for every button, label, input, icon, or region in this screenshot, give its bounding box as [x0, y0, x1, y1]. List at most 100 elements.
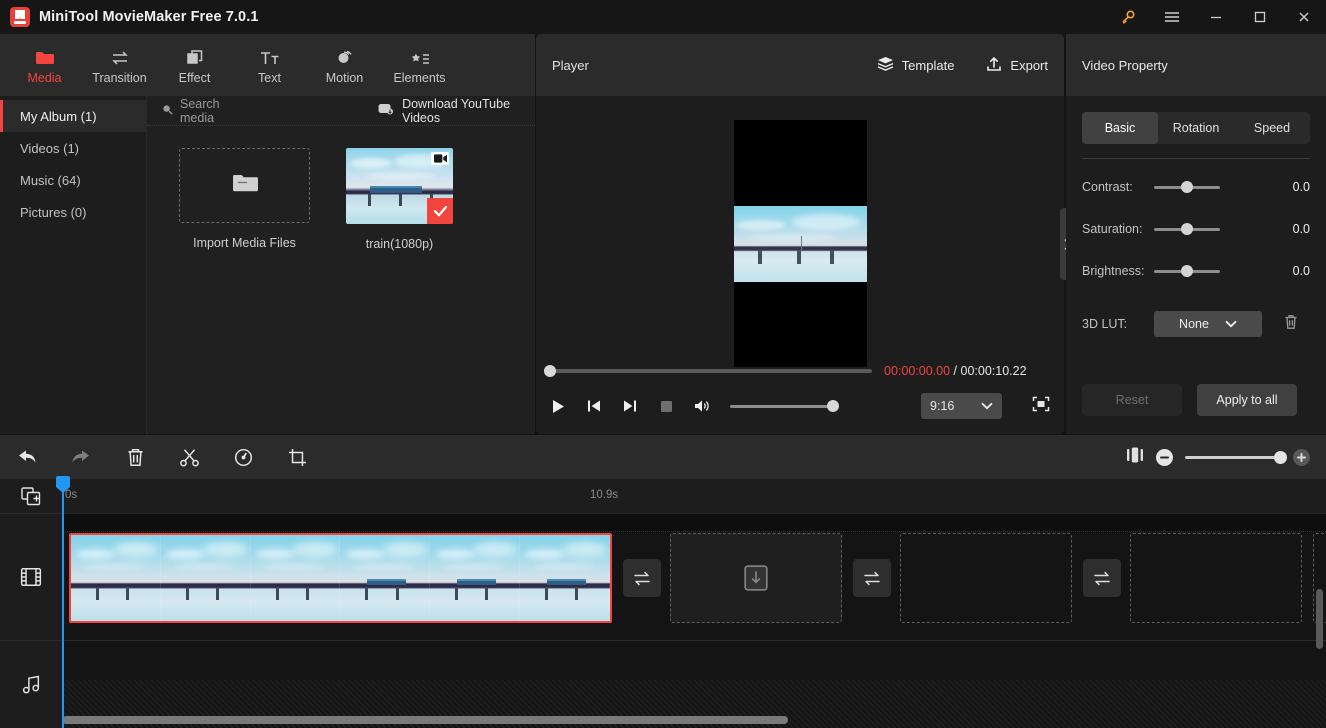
play-button[interactable] — [548, 396, 568, 416]
contrast-slider[interactable] — [1154, 181, 1220, 193]
lut-select[interactable]: None — [1154, 311, 1262, 337]
tab-text-label: Text — [258, 70, 281, 85]
previous-frame-button[interactable] — [584, 396, 604, 416]
tab-speed[interactable]: Speed — [1234, 112, 1310, 144]
fit-timeline-icon[interactable] — [1126, 447, 1144, 468]
download-youtube-button[interactable]: Download YouTube Videos — [378, 97, 535, 125]
contrast-handle[interactable] — [1181, 181, 1193, 193]
delete-button[interactable] — [108, 435, 162, 479]
video-track-header[interactable] — [0, 514, 62, 641]
volume-slider[interactable] — [730, 400, 839, 412]
saturation-handle[interactable] — [1181, 223, 1193, 235]
zoom-in-button[interactable] — [1293, 448, 1310, 466]
transition-slot-1[interactable] — [623, 559, 661, 597]
category-videos[interactable]: Videos (1) — [0, 132, 146, 164]
app-logo-icon — [10, 7, 30, 27]
timeline-vertical-scrollbar[interactable] — [1316, 589, 1323, 649]
tab-elements-label: Elements — [393, 70, 446, 85]
category-my-album[interactable]: My Album (1) — [0, 100, 146, 132]
minimize-icon[interactable] — [1194, 0, 1238, 34]
ruler-mark-0: 0s — [65, 489, 78, 501]
library-search-row: Search media Download YouTube Videos — [147, 96, 535, 126]
delete-lut-button[interactable] — [1284, 314, 1298, 335]
category-pictures[interactable]: Pictures (0) — [0, 196, 146, 228]
brightness-row: Brightness: 0.0 — [1082, 257, 1310, 285]
export-button[interactable]: Export — [986, 56, 1048, 75]
media-drop-slot-2[interactable] — [900, 533, 1072, 623]
activate-key-icon[interactable] — [1106, 0, 1150, 34]
fullscreen-button[interactable] — [1032, 396, 1052, 416]
library-content: Search media Download YouTube Videos Imp… — [147, 96, 535, 434]
media-drop-slot-3[interactable] — [1130, 533, 1302, 623]
timeline-horizontal-scrollbar[interactable] — [62, 716, 1312, 724]
apply-to-all-button[interactable]: Apply to all — [1197, 384, 1297, 416]
transition-slot-2[interactable] — [853, 559, 891, 597]
tab-media[interactable]: Media — [7, 37, 82, 93]
property-title: Video Property — [1082, 57, 1168, 73]
crop-button[interactable] — [270, 435, 324, 479]
brightness-handle[interactable] — [1181, 265, 1193, 277]
stop-button[interactable] — [656, 396, 676, 416]
media-thumbnail[interactable] — [346, 148, 453, 224]
library-categories: My Album (1) Videos (1) Music (64) Pictu… — [0, 96, 147, 434]
export-upload-icon — [986, 56, 1002, 75]
timeline-zoom-handle[interactable] — [1274, 450, 1287, 464]
category-music[interactable]: Music (64) — [0, 164, 146, 196]
video-property-panel: Video Property Basic Rotation Speed Cont… — [1066, 34, 1326, 434]
search-media-input[interactable]: Search media — [162, 97, 248, 125]
volume-handle[interactable] — [827, 400, 839, 412]
main-toolbar: Media Transition Effect Text Motion Elem… — [0, 34, 535, 96]
saturation-label: Saturation: — [1082, 222, 1143, 236]
current-time: 00:00:00.00 — [884, 364, 951, 378]
template-button[interactable]: Template — [877, 56, 954, 74]
lut-row: 3D LUT: None — [1082, 311, 1310, 337]
tab-basic[interactable]: Basic — [1082, 112, 1158, 144]
redo-button[interactable] — [54, 435, 108, 479]
seek-slider[interactable] — [544, 365, 872, 377]
timeline-zoom-controls — [1126, 447, 1326, 468]
text-icon — [259, 46, 281, 66]
brightness-slider[interactable] — [1154, 265, 1220, 277]
timeline-zoom-slider[interactable] — [1185, 450, 1287, 464]
transition-slot-3[interactable] — [1083, 559, 1121, 597]
export-label: Export — [1010, 57, 1048, 73]
volume-button[interactable] — [692, 396, 712, 416]
tab-effect-label: Effect — [178, 70, 211, 85]
timeline-scroll-thumb[interactable] — [62, 716, 788, 724]
aspect-ratio-select[interactable]: 9:16 — [921, 393, 1002, 419]
import-media-cell[interactable]: Import Media Files — [178, 148, 311, 251]
tab-effect[interactable]: Effect — [157, 37, 232, 93]
seek-handle[interactable] — [544, 365, 556, 377]
audio-track-header[interactable] — [0, 641, 62, 728]
tab-rotation[interactable]: Rotation — [1158, 112, 1234, 144]
add-track-button[interactable] — [0, 479, 62, 514]
maximize-icon[interactable] — [1238, 0, 1282, 34]
tab-elements[interactable]: Elements — [382, 37, 457, 93]
video-track[interactable] — [62, 514, 1326, 641]
media-drop-slot-1[interactable] — [670, 533, 842, 623]
category-videos-label: Videos (1) — [20, 140, 80, 156]
speed-button[interactable] — [216, 435, 270, 479]
timeline-clip-train[interactable] — [69, 533, 612, 623]
close-icon[interactable] — [1282, 0, 1326, 34]
media-selected-check-icon[interactable] — [427, 198, 453, 224]
next-frame-button[interactable] — [620, 396, 640, 416]
menu-icon[interactable] — [1150, 0, 1194, 34]
split-button[interactable] — [162, 435, 216, 479]
media-item-train[interactable]: train(1080p) — [333, 148, 466, 251]
zoom-out-button[interactable] — [1156, 448, 1173, 466]
media-grid: Import Media Files train(1080p) — [147, 126, 535, 251]
tab-text[interactable]: Text — [232, 37, 307, 93]
import-drop-zone[interactable] — [179, 148, 310, 223]
undo-button[interactable] — [0, 435, 54, 479]
playhead[interactable] — [56, 476, 70, 728]
timeline-ruler[interactable]: 0s 10.9s — [62, 479, 1326, 514]
tab-transition[interactable]: Transition — [82, 37, 157, 93]
tab-motion[interactable]: Motion — [307, 37, 382, 93]
reset-button[interactable]: Reset — [1082, 384, 1182, 416]
saturation-slider[interactable] — [1154, 223, 1220, 235]
tab-motion-label: Motion — [325, 70, 364, 85]
video-preview-canvas[interactable] — [733, 120, 867, 367]
layers-icon — [877, 56, 894, 74]
ruler-mark-1: 10.9s — [590, 489, 619, 501]
